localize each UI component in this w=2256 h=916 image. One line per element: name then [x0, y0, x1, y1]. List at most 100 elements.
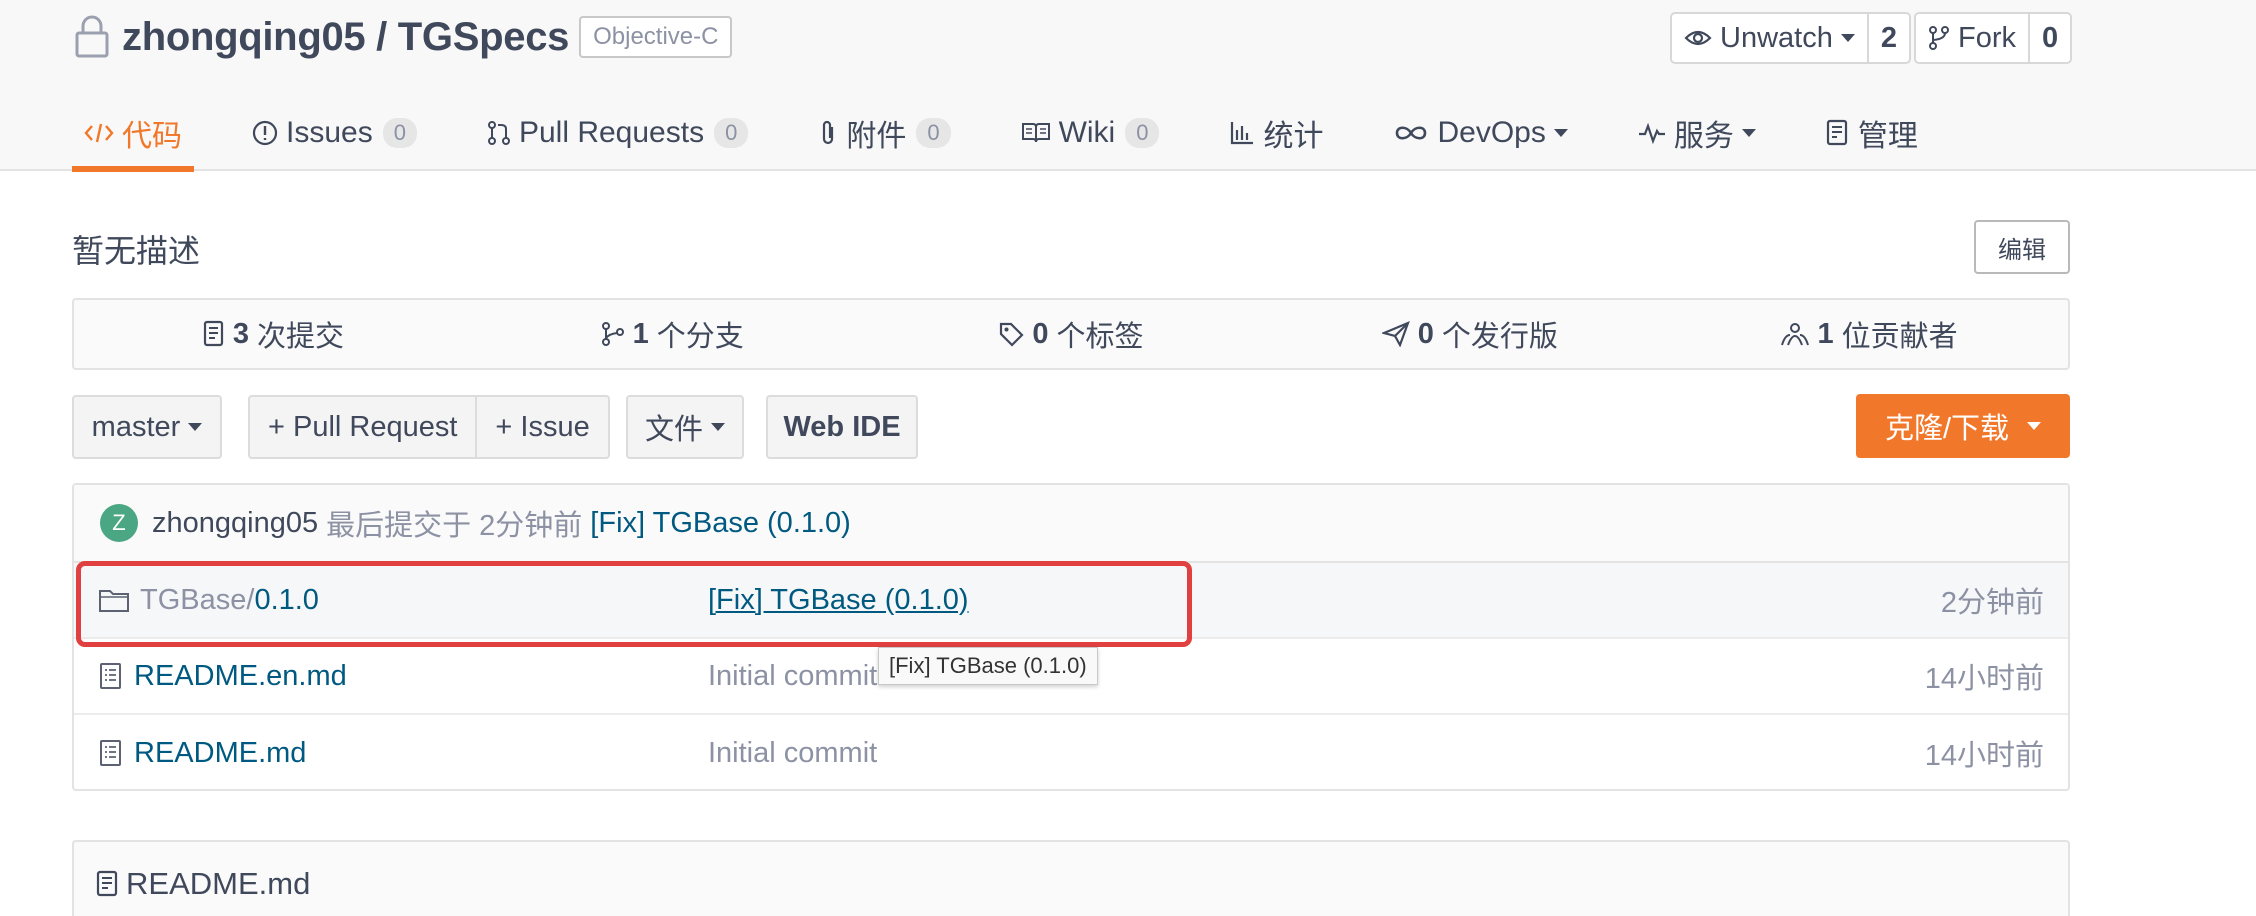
branches-label: 个分支 [656, 321, 744, 353]
commit-time: 14小时前 [1924, 663, 2044, 695]
pulse-icon [1638, 122, 1665, 144]
branch-select[interactable]: master [72, 395, 222, 459]
watch-label: Unwatch [1720, 21, 1833, 54]
tab-statistics-label: 统计 [1263, 120, 1324, 153]
tab-devops[interactable]: DevOps [1381, 96, 1579, 170]
clone-download-button[interactable]: 克隆/下载 [1856, 394, 2070, 458]
tab-manage-label: 管理 [1857, 120, 1918, 153]
chevron-down-icon [1840, 34, 1855, 42]
commit-message-link[interactable]: Initial commit [708, 660, 877, 693]
stat-branches[interactable]: 1 个分支 [473, 300, 872, 368]
commit-time: 14小时前 [1924, 740, 2044, 772]
clone-download-label: 克隆/下载 [1884, 413, 2010, 445]
chevron-down-icon [1553, 129, 1568, 137]
table-row[interactable]: README.md Initial commit 14小时前 [74, 715, 2068, 789]
repo-name-link[interactable]: TGSpecs [398, 15, 570, 59]
watch-button[interactable]: Unwatch [1672, 14, 1869, 62]
send-icon [1381, 321, 1410, 347]
pull-requests-count-badge: 0 [714, 118, 749, 148]
commit-message-link[interactable]: [Fix] TGBase (0.1.0) [708, 584, 969, 617]
repo-nav: 代码 Issues 0 Pull Requests 0 附件 0 Wiki 0 … [72, 96, 1976, 172]
contributors-icon [1780, 323, 1809, 346]
readme-header: README.md [96, 866, 310, 902]
latest-commit-time: 最后提交于 2分钟前 [326, 510, 583, 542]
wiki-count-badge: 0 [1125, 118, 1160, 148]
tab-attachments-label: 附件 [846, 120, 907, 153]
files-dropdown-label: 文件 [644, 414, 703, 446]
latest-commit-message[interactable]: [Fix] TGBase (0.1.0) [590, 507, 851, 540]
tab-attachments[interactable]: 附件 0 [806, 96, 962, 170]
chevron-down-icon [711, 423, 725, 431]
edit-description-button[interactable]: 编辑 [1974, 220, 2070, 274]
bar-chart-icon [1231, 122, 1254, 145]
branches-count: 1 [632, 317, 649, 350]
file-link[interactable]: README.en.md [134, 660, 347, 693]
contributors-count: 1 [1817, 317, 1834, 350]
readme-panel: README.md [72, 840, 2070, 916]
folder-icon [99, 590, 129, 612]
file-icon [100, 663, 121, 689]
book-icon [1021, 123, 1050, 143]
tags-count: 0 [1032, 317, 1049, 350]
chevron-down-icon [2027, 422, 2042, 430]
commit-doc-icon [203, 320, 223, 347]
files-dropdown[interactable]: 文件 [626, 395, 744, 459]
file-icon [100, 740, 121, 766]
tab-wiki-label: Wiki [1058, 116, 1116, 149]
stat-tags[interactable]: 0 个标签 [872, 300, 1271, 368]
file-name-cell: README.en.md [98, 660, 347, 693]
lock-icon [74, 15, 110, 59]
tab-manage[interactable]: 管理 [1814, 96, 1930, 170]
watch-count[interactable]: 2 [1869, 14, 1909, 62]
tab-pull-requests[interactable]: Pull Requests 0 [475, 96, 760, 170]
branch-icon [601, 322, 624, 346]
tab-issues[interactable]: Issues 0 [240, 96, 429, 170]
repo-separator: / [365, 14, 398, 59]
repo-description: 暂无描述 [72, 233, 201, 269]
attachments-count-badge: 0 [916, 118, 951, 148]
releases-label: 个发行版 [1441, 321, 1558, 353]
tab-services-label: 服务 [1673, 120, 1734, 153]
infinity-icon [1396, 126, 1427, 140]
tab-code[interactable]: 代码 [72, 96, 194, 172]
tags-label: 个标签 [1056, 321, 1144, 353]
code-icon [84, 123, 114, 143]
stat-commits[interactable]: 3 次提交 [74, 300, 473, 368]
fork-button[interactable]: Fork [1916, 14, 2030, 62]
repo-owner-link[interactable]: zhongqing05 [122, 15, 366, 59]
file-name-cell: TGBase/ 0.1.0 [98, 584, 319, 617]
releases-count: 0 [1417, 317, 1434, 350]
repo-title: zhongqing05 / TGSpecs Objective-C [74, 12, 733, 62]
readme-title: README.md [126, 866, 311, 901]
paperclip-icon [823, 120, 834, 145]
fork-icon [1929, 26, 1949, 50]
fork-count[interactable]: 0 [2030, 14, 2070, 62]
tab-services[interactable]: 服务 [1626, 96, 1768, 170]
tab-devops-label: DevOps [1437, 116, 1546, 149]
file-name-cell: README.md [98, 737, 306, 770]
stat-releases[interactable]: 0 个发行版 [1270, 300, 1669, 368]
settings-doc-icon [1826, 119, 1847, 146]
commits-label: 次提交 [256, 321, 344, 353]
eye-icon [1684, 30, 1712, 46]
tab-statistics[interactable]: 统计 [1217, 96, 1335, 170]
table-row[interactable]: TGBase/ 0.1.0 [Fix] TGBase (0.1.0) 2分钟前 [74, 563, 2068, 639]
commit-message-link[interactable]: Initial commit [708, 737, 877, 770]
avatar[interactable]: Z [100, 504, 138, 542]
tooltip: [Fix] TGBase (0.1.0) [878, 647, 1098, 685]
latest-commit-bar: Z zhongqing05 最后提交于 2分钟前 [Fix] TGBase (0… [74, 485, 2068, 563]
fork-label: Fork [1958, 21, 2016, 54]
file-link[interactable]: README.md [134, 737, 306, 770]
issue-icon [252, 120, 278, 146]
tab-issues-label: Issues [286, 116, 373, 149]
pull-request-icon [487, 121, 510, 145]
web-ide-button[interactable]: Web IDE [766, 395, 918, 459]
file-link[interactable]: 0.1.0 [254, 584, 319, 617]
new-pull-request-button[interactable]: + Pull Request [250, 397, 475, 457]
tab-wiki[interactable]: Wiki 0 [1009, 96, 1172, 170]
stat-contributors[interactable]: 1 位贡献者 [1669, 300, 2068, 368]
contributors-label: 位贡献者 [1841, 321, 1958, 353]
new-issue-button[interactable]: + Issue [475, 397, 607, 457]
chevron-down-icon [188, 423, 203, 431]
latest-commit-author[interactable]: zhongqing05 [152, 507, 318, 540]
